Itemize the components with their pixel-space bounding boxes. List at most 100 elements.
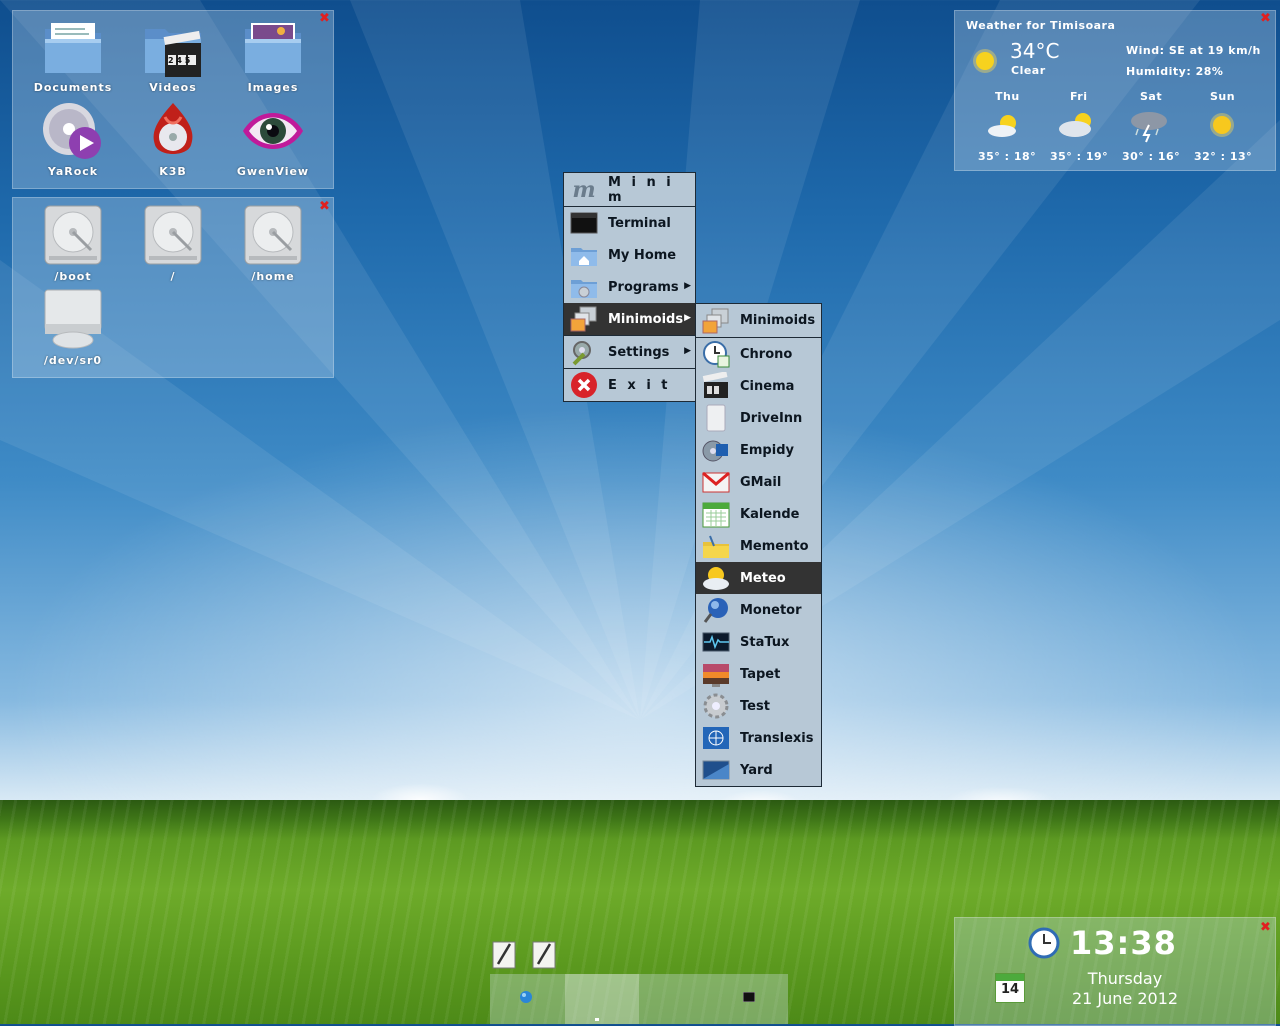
notes-launcher[interactable] <box>490 938 518 970</box>
submenu-item-kalende[interactable]: Kalende <box>696 498 821 530</box>
menu-item-label: My Home <box>608 247 677 263</box>
drives-panel: ✖ /boot / /home /dev/sr0 <box>12 197 334 378</box>
globe-icon <box>520 991 532 1003</box>
hard-disk-icon <box>141 204 205 268</box>
weather-title: Weather for Timisoara <box>966 19 1116 32</box>
menu-item-label: Programs <box>608 279 679 295</box>
forecast-range-fri: 35° : 19° <box>1050 150 1109 163</box>
menu-header-label: M i n i m <box>608 174 674 205</box>
forecast-day-sat: Sat <box>1140 90 1163 103</box>
submenu-item-chrono[interactable]: Chrono <box>696 338 821 370</box>
submenu-item-gmail[interactable]: GMail <box>696 466 821 498</box>
hard-disk-icon <box>41 204 105 268</box>
close-clock-panel-button[interactable]: ✖ <box>1260 921 1271 934</box>
taskbar-item-globe[interactable] <box>490 974 564 1024</box>
images-launcher[interactable]: Images <box>225 15 321 94</box>
clock-time: 13:38 <box>1070 924 1177 962</box>
submenu-item-test[interactable]: Test <box>696 690 821 722</box>
submenu-item-memento[interactable]: Memento <box>696 530 821 562</box>
k3b-label: K3B <box>159 165 187 178</box>
drive-root[interactable]: / <box>125 204 221 283</box>
forecast-range-sun: 32° : 13° <box>1194 150 1253 163</box>
calendar-icon: 14 <box>995 973 1025 1003</box>
submenu-item-meteo[interactable]: Meteo <box>696 562 821 594</box>
menu-item-exit[interactable]: E x i t <box>564 369 695 401</box>
drive-sr0[interactable]: /dev/sr0 <box>25 288 121 367</box>
terminal-icon <box>570 209 598 237</box>
cinema-icon <box>702 371 730 400</box>
yard-icon <box>702 756 730 784</box>
yarock-icon <box>41 99 105 163</box>
statux-icon <box>702 628 730 656</box>
menu-item-label: Terminal <box>608 215 671 231</box>
drive-home[interactable]: /home <box>225 204 321 283</box>
menu-item-settings[interactable]: Settings ▶ <box>564 336 695 368</box>
submenu-arrow-icon: ▶ <box>684 281 691 291</box>
forecast-range-thu: 35° : 18° <box>978 150 1037 163</box>
documents-launcher[interactable]: Documents <box>25 15 121 94</box>
menu-item-minimoids[interactable]: Minimoids ▶ <box>564 303 695 335</box>
submenu-item-label: DriveInn <box>740 410 803 426</box>
partly-cloudy-icon <box>988 115 1016 137</box>
menu-item-programs[interactable]: Programs ▶ <box>564 271 695 303</box>
main-menu: m M i n i m Terminal My Home Programs ▶ … <box>563 172 696 402</box>
submenu-item-empidy[interactable]: Empidy <box>696 434 821 466</box>
current-condition: Clear <box>1011 64 1046 77</box>
drive-root-label: / <box>170 270 176 283</box>
images-label: Images <box>247 81 299 94</box>
submenu-item-label: Yard <box>740 762 773 778</box>
taskbar-item-terminal[interactable] <box>715 974 788 1024</box>
optical-drive-icon <box>41 288 105 352</box>
minim-logo-icon: m <box>572 176 596 203</box>
submenu-item-tapet[interactable]: Tapet <box>696 658 821 690</box>
yarock-label: YaRock <box>47 165 99 178</box>
drive-boot[interactable]: /boot <box>25 204 121 283</box>
videos-label: Videos <box>149 81 197 94</box>
empidy-icon <box>702 436 730 464</box>
k3b-icon <box>141 99 205 163</box>
terminal-icon <box>743 992 755 1002</box>
taskbar <box>490 974 788 1024</box>
clock-icon <box>1028 927 1060 959</box>
submenu-item-label: Kalende <box>740 506 800 522</box>
submenu-item-driveinn[interactable]: DriveInn <box>696 402 821 434</box>
note-pencil-icon <box>492 941 516 969</box>
submenu-item-translexis[interactable]: Translexis <box>696 722 821 754</box>
submenu-item-monetor[interactable]: Monetor <box>696 594 821 626</box>
submenu-item-cinema[interactable]: Cinema <box>696 370 821 402</box>
meteo-icon <box>702 564 730 592</box>
menu-item-my-home[interactable]: My Home <box>564 239 695 271</box>
humidity-info: Humidity: 28% <box>1126 65 1224 78</box>
submenu-item-label: Memento <box>740 538 809 554</box>
close-weather-panel-button[interactable]: ✖ <box>1260 12 1271 25</box>
taskbar-item-active[interactable] <box>565 974 639 1024</box>
menu-item-label: Settings <box>608 344 670 360</box>
submenu-item-statux[interactable]: StaTux <box>696 626 821 658</box>
menu-item-terminal[interactable]: Terminal <box>564 207 695 239</box>
taskbar-active-indicator <box>595 1018 599 1021</box>
videos-launcher[interactable]: 2 4 5 Videos <box>125 15 221 94</box>
memento-icon <box>702 532 730 560</box>
drive-sr0-label: /dev/sr0 <box>43 354 103 367</box>
settings-icon <box>570 338 598 366</box>
clapper-digits: 2 4 5 <box>168 56 191 65</box>
driveinn-icon <box>702 404 730 432</box>
exit-icon <box>570 371 598 399</box>
k3b-launcher[interactable]: K3B <box>125 99 221 178</box>
submenu-item-yard[interactable]: Yard <box>696 754 821 786</box>
notes-launcher-2[interactable] <box>530 938 558 970</box>
forecast-range-sat: 30° : 16° <box>1122 150 1181 163</box>
clock-date: 21 June 2012 <box>1071 989 1179 1008</box>
forecast-day-fri: Fri <box>1070 90 1088 103</box>
yarock-launcher[interactable]: YaRock <box>25 99 121 178</box>
translexis-icon <box>702 724 730 752</box>
cloudy-sun-icon <box>1059 113 1091 137</box>
taskbar-item-empty[interactable] <box>640 974 714 1024</box>
submenu-item-label: Empidy <box>740 442 794 458</box>
submenu-arrow-icon: ▶ <box>684 346 691 356</box>
submenu-header-label: Minimoids <box>740 313 816 328</box>
minimoids-icon <box>702 307 730 335</box>
calendar-icon <box>702 500 730 528</box>
gwenview-launcher[interactable]: GwenView <box>225 99 321 178</box>
submenu-item-label: StaTux <box>740 634 790 650</box>
